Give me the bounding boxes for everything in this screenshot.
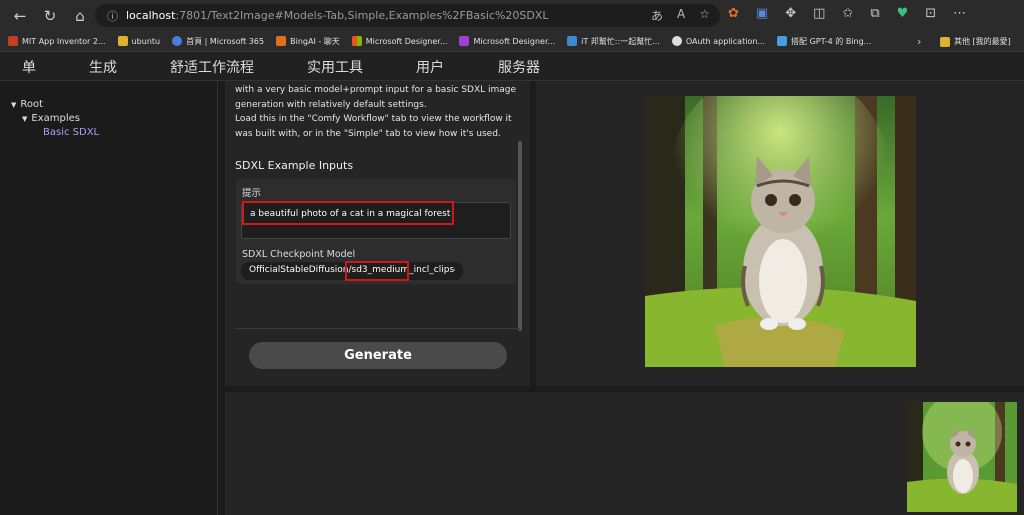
favorite-star-icon[interactable]: ☆	[699, 7, 710, 24]
chevron-down-icon: ⌄	[450, 264, 457, 273]
bookmark-item[interactable]: 搭配 GPT-4 的 Bing...	[777, 36, 871, 47]
folder-icon	[940, 36, 950, 47]
refresh-icon[interactable]: ↻	[40, 6, 60, 26]
bing-icon	[777, 36, 788, 46]
health-icon[interactable]: ♥	[897, 6, 909, 21]
address-bar[interactable]: ⓘ localhost:7801/Text2Image#Models-Tab,S…	[95, 4, 720, 27]
bookmark-item[interactable]: MIT App Inventor 2...	[8, 36, 106, 46]
bookmark-item[interactable]: 首頁 | Microsoft 365	[172, 36, 264, 47]
github-icon	[671, 36, 682, 46]
preset-panel: with a very basic model+prompt input for…	[225, 81, 530, 386]
scrollbar[interactable]	[518, 141, 522, 331]
extension-icon[interactable]: ✿	[728, 6, 739, 21]
bookmark-item[interactable]: iT 邦幫忙::一起幫忙...	[567, 36, 660, 47]
tree-item-root[interactable]: ▼ Root	[11, 99, 43, 110]
generated-cat-image[interactable]	[645, 96, 916, 367]
bookmark-favicon-icon	[172, 36, 183, 46]
tab-server[interactable]: 服务器	[498, 57, 540, 77]
translate-icon[interactable]: あ	[651, 7, 663, 24]
read-aloud-icon[interactable]: A	[677, 7, 685, 24]
tab-utilities[interactable]: 实用工具	[307, 57, 363, 77]
favorites-icon[interactable]: ✩	[842, 6, 853, 21]
preset-description: with a very basic model+prompt input for…	[235, 85, 517, 139]
highlight-box	[345, 261, 409, 281]
bookmark-folder[interactable]: 其他 [我的最愛]	[940, 36, 1011, 47]
url-path: :7801/Text2Image#Models-Tab,Simple,Examp…	[175, 9, 549, 22]
preset-tree: ▼ Root ▼ Examples Basic SDXL	[0, 81, 218, 515]
bookmark-item[interactable]: Microsoft Designer...	[459, 36, 555, 46]
bookmark-item[interactable]: Microsoft Designer...	[351, 36, 447, 46]
prompt-label: 提示	[242, 188, 262, 199]
bookmark-favicon-icon	[8, 36, 18, 46]
inputs-title: SDXL Example Inputs	[235, 159, 354, 172]
caret-down-icon[interactable]: ▼	[22, 115, 27, 123]
bookmark-favicon-icon	[567, 36, 578, 46]
history-thumbnail-image[interactable]	[907, 402, 1017, 512]
divider	[235, 328, 520, 329]
url-host: localhost	[126, 9, 176, 22]
bookmark-item[interactable]: OAuth application...	[671, 36, 765, 46]
back-icon[interactable]: ←	[10, 6, 30, 26]
folder-icon	[117, 36, 128, 46]
tree-item-examples[interactable]: ▼ Examples	[22, 113, 80, 124]
bookmarks-overflow-icon[interactable]: ›	[917, 35, 921, 48]
generate-button[interactable]: Generate	[249, 342, 507, 369]
highlight-box	[242, 201, 454, 225]
info-icon[interactable]: ⓘ	[107, 8, 118, 24]
bookmark-item[interactable]: ubuntu	[117, 36, 160, 46]
translator-extension-icon[interactable]: ▣	[756, 6, 768, 21]
tab-single[interactable]: 单	[22, 57, 36, 77]
bookmark-item[interactable]: BingAI - 聊天	[276, 36, 340, 47]
tab-user[interactable]: 用户	[416, 57, 444, 77]
tab-comfy-workflow[interactable]: 舒适工作流程	[170, 57, 254, 77]
split-screen-icon[interactable]: ◫	[813, 6, 825, 21]
menu-dots-icon[interactable]: ⋯	[953, 6, 966, 21]
tree-item-basic-sdxl[interactable]: Basic SDXL	[43, 127, 99, 138]
tab-generate[interactable]: 生成	[89, 57, 117, 77]
image-output-panel	[536, 81, 1024, 386]
app-nav: 单 生成 舒适工作流程 实用工具 用户 服务器	[0, 52, 1024, 81]
microsoft-logo-icon	[351, 36, 362, 46]
inputs-panel: 提示 a beautiful photo of a cat in a magic…	[236, 179, 516, 284]
bookmark-favicon-icon	[459, 36, 470, 46]
model-label: SDXL Checkpoint Model	[242, 249, 356, 260]
screenshot-icon[interactable]: ⊡	[925, 6, 936, 21]
caret-down-icon[interactable]: ▼	[11, 101, 16, 109]
bookmarks-bar: MIT App Inventor 2... ubuntu 首頁 | Micros…	[0, 31, 1024, 52]
image-history-panel	[225, 392, 1024, 515]
puzzle-extensions-icon[interactable]: ✥	[785, 6, 796, 21]
collections-icon[interactable]: ⧉	[870, 6, 879, 21]
home-icon[interactable]: ⌂	[70, 6, 90, 26]
bookmark-favicon-icon	[276, 36, 287, 46]
browser-toolbar: ← ↻ ⌂ ⓘ localhost:7801/Text2Image#Models…	[0, 0, 1024, 31]
